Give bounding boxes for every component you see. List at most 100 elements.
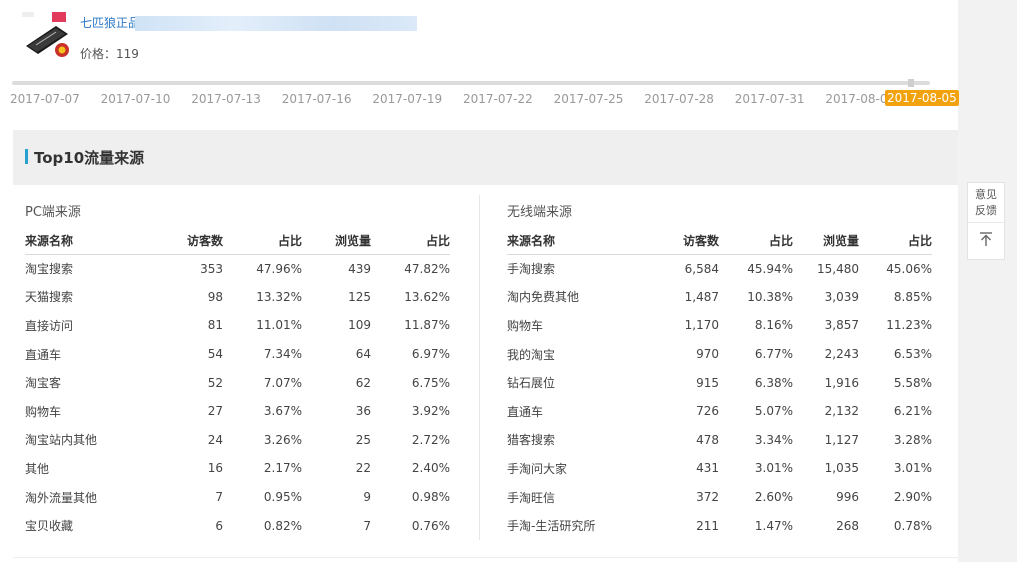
- source-name-cell: 直接访问: [25, 318, 74, 333]
- table-row: 淘宝搜索 353 47.96% 439 47.82%: [25, 254, 450, 283]
- value-cell: 0.98%: [411, 490, 450, 505]
- value-cell: 2.40%: [411, 461, 450, 476]
- value-cell: 0.78%: [893, 518, 932, 533]
- value-cell: 0.95%: [263, 490, 302, 505]
- redacted-product-name: [135, 16, 417, 31]
- value-cell: 372: [696, 490, 719, 505]
- product-thumbnail[interactable]: [22, 12, 74, 60]
- value-cell: 2,132: [824, 404, 859, 419]
- source-name-cell: 淘宝客: [25, 376, 62, 391]
- date-tick[interactable]: 2017-07-10: [101, 92, 171, 106]
- value-cell: 3.28%: [893, 432, 932, 447]
- source-name-cell: 淘外流量其他: [25, 490, 98, 505]
- table-row: 购物车 27 3.67% 36 3.92%: [25, 397, 450, 426]
- date-tick[interactable]: 2017-07-28: [644, 92, 714, 106]
- value-cell: 27: [207, 404, 223, 419]
- value-cell: 2.72%: [411, 432, 450, 447]
- table-row: 淘内免费其他 1,487 10.38% 3,039 8.85%: [507, 283, 932, 312]
- value-cell: 1.47%: [754, 518, 793, 533]
- date-timeline-track[interactable]: [12, 81, 930, 85]
- source-name-cell: 猎客搜索: [507, 433, 556, 448]
- value-cell: 47.96%: [256, 261, 302, 276]
- table-row: 手淘-生活研究所 211 1.47% 268 0.78%: [507, 511, 932, 540]
- value-cell: 6.77%: [754, 347, 793, 362]
- mobile-source-title: 无线端来源: [507, 205, 573, 220]
- value-cell: 211: [696, 518, 719, 533]
- value-cell: 970: [696, 347, 719, 362]
- date-tick[interactable]: 2017-07-07: [10, 92, 80, 106]
- value-cell: 2,243: [824, 347, 859, 362]
- column-header: 来源名称: [507, 228, 637, 255]
- value-cell: 0.76%: [411, 518, 450, 533]
- table-row: 淘外流量其他 7 0.95% 9 0.98%: [25, 483, 450, 512]
- date-tick[interactable]: 2017-07-13: [191, 92, 261, 106]
- value-cell: 24: [207, 432, 223, 447]
- timeline-handle[interactable]: [908, 79, 914, 87]
- column-header: 访客数: [155, 228, 223, 255]
- table-row: 购物车 1,170 8.16% 3,857 11.23%: [507, 311, 932, 340]
- table-row: 淘宝客 52 7.07% 62 6.75%: [25, 368, 450, 397]
- value-cell: 6.97%: [411, 347, 450, 362]
- source-name-cell: 淘内免费其他: [507, 290, 580, 305]
- column-header: 浏览量: [793, 228, 859, 255]
- date-tick[interactable]: 2017-07-19: [372, 92, 442, 106]
- table-row: 其他 16 2.17% 22 2.40%: [25, 454, 450, 483]
- value-cell: 54: [207, 347, 223, 362]
- floating-toolbar: 意见 反馈: [967, 182, 1005, 260]
- table-row: 我的淘宝 970 6.77% 2,243 6.53%: [507, 340, 932, 369]
- section-title: Top10流量来源: [34, 149, 145, 167]
- back-to-top-icon: [980, 232, 992, 246]
- date-tick[interactable]: 2017-07-22: [463, 92, 533, 106]
- value-cell: 268: [836, 518, 859, 533]
- column-header: 浏览量: [302, 228, 371, 255]
- value-cell: 6: [215, 518, 223, 533]
- value-cell: 125: [348, 289, 371, 304]
- bottom-divider: [13, 557, 958, 558]
- table-row: 手淘旺信 372 2.60% 996 2.90%: [507, 483, 932, 512]
- product-price: 价格：119: [80, 47, 139, 61]
- value-cell: 1,170: [684, 318, 719, 333]
- feedback-label-line1: 意见: [975, 188, 997, 201]
- section-accent-bar: [25, 149, 28, 164]
- column-header: 占比: [719, 228, 793, 255]
- value-cell: 431: [696, 461, 719, 476]
- value-cell: 8.85%: [893, 289, 932, 304]
- value-cell: 13.62%: [404, 289, 450, 304]
- product-name-link[interactable]: 七匹狼正品: [80, 14, 140, 31]
- table-header-row: 来源名称 访客数 占比 浏览量 占比: [25, 228, 450, 255]
- feedback-button[interactable]: 意见 反馈: [968, 183, 1004, 223]
- value-cell: 0.82%: [263, 518, 302, 533]
- value-cell: 6,584: [684, 261, 719, 276]
- value-cell: 439: [348, 261, 371, 276]
- panel-divider: [479, 195, 480, 540]
- source-name-cell: 我的淘宝: [507, 347, 556, 362]
- date-tick[interactable]: 2017-07-25: [554, 92, 624, 106]
- value-cell: 36: [355, 404, 371, 419]
- value-cell: 45.06%: [886, 261, 932, 276]
- value-cell: 22: [355, 461, 371, 476]
- value-cell: 5.58%: [893, 375, 932, 390]
- table-row: 直通车 54 7.34% 64 6.97%: [25, 340, 450, 369]
- value-cell: 81: [207, 318, 223, 333]
- value-cell: 915: [696, 375, 719, 390]
- date-tick[interactable]: 2017-07-31: [735, 92, 805, 106]
- value-cell: 3,857: [824, 318, 859, 333]
- date-tick[interactable]: 2017-07-16: [282, 92, 352, 106]
- selected-date-tick[interactable]: 2017-08-05: [885, 90, 959, 106]
- value-cell: 2.60%: [754, 490, 793, 505]
- source-name-cell: 手淘-生活研究所: [507, 519, 596, 534]
- value-cell: 1,127: [824, 432, 859, 447]
- value-cell: 3.92%: [411, 404, 450, 419]
- value-cell: 7: [363, 518, 371, 533]
- value-cell: 2.90%: [893, 490, 932, 505]
- value-cell: 15,480: [817, 261, 859, 276]
- source-name-cell: 天猫搜索: [25, 290, 74, 305]
- value-cell: 10.38%: [747, 289, 793, 304]
- value-cell: 3.01%: [893, 461, 932, 476]
- value-cell: 3.67%: [263, 404, 302, 419]
- table-row: 宝贝收藏 6 0.82% 7 0.76%: [25, 511, 450, 540]
- back-to-top-button[interactable]: [968, 223, 1004, 259]
- table-header-row: 来源名称 访客数 占比 浏览量 占比: [507, 228, 932, 255]
- source-name-cell: 购物车: [25, 404, 62, 419]
- value-cell: 1,916: [824, 375, 859, 390]
